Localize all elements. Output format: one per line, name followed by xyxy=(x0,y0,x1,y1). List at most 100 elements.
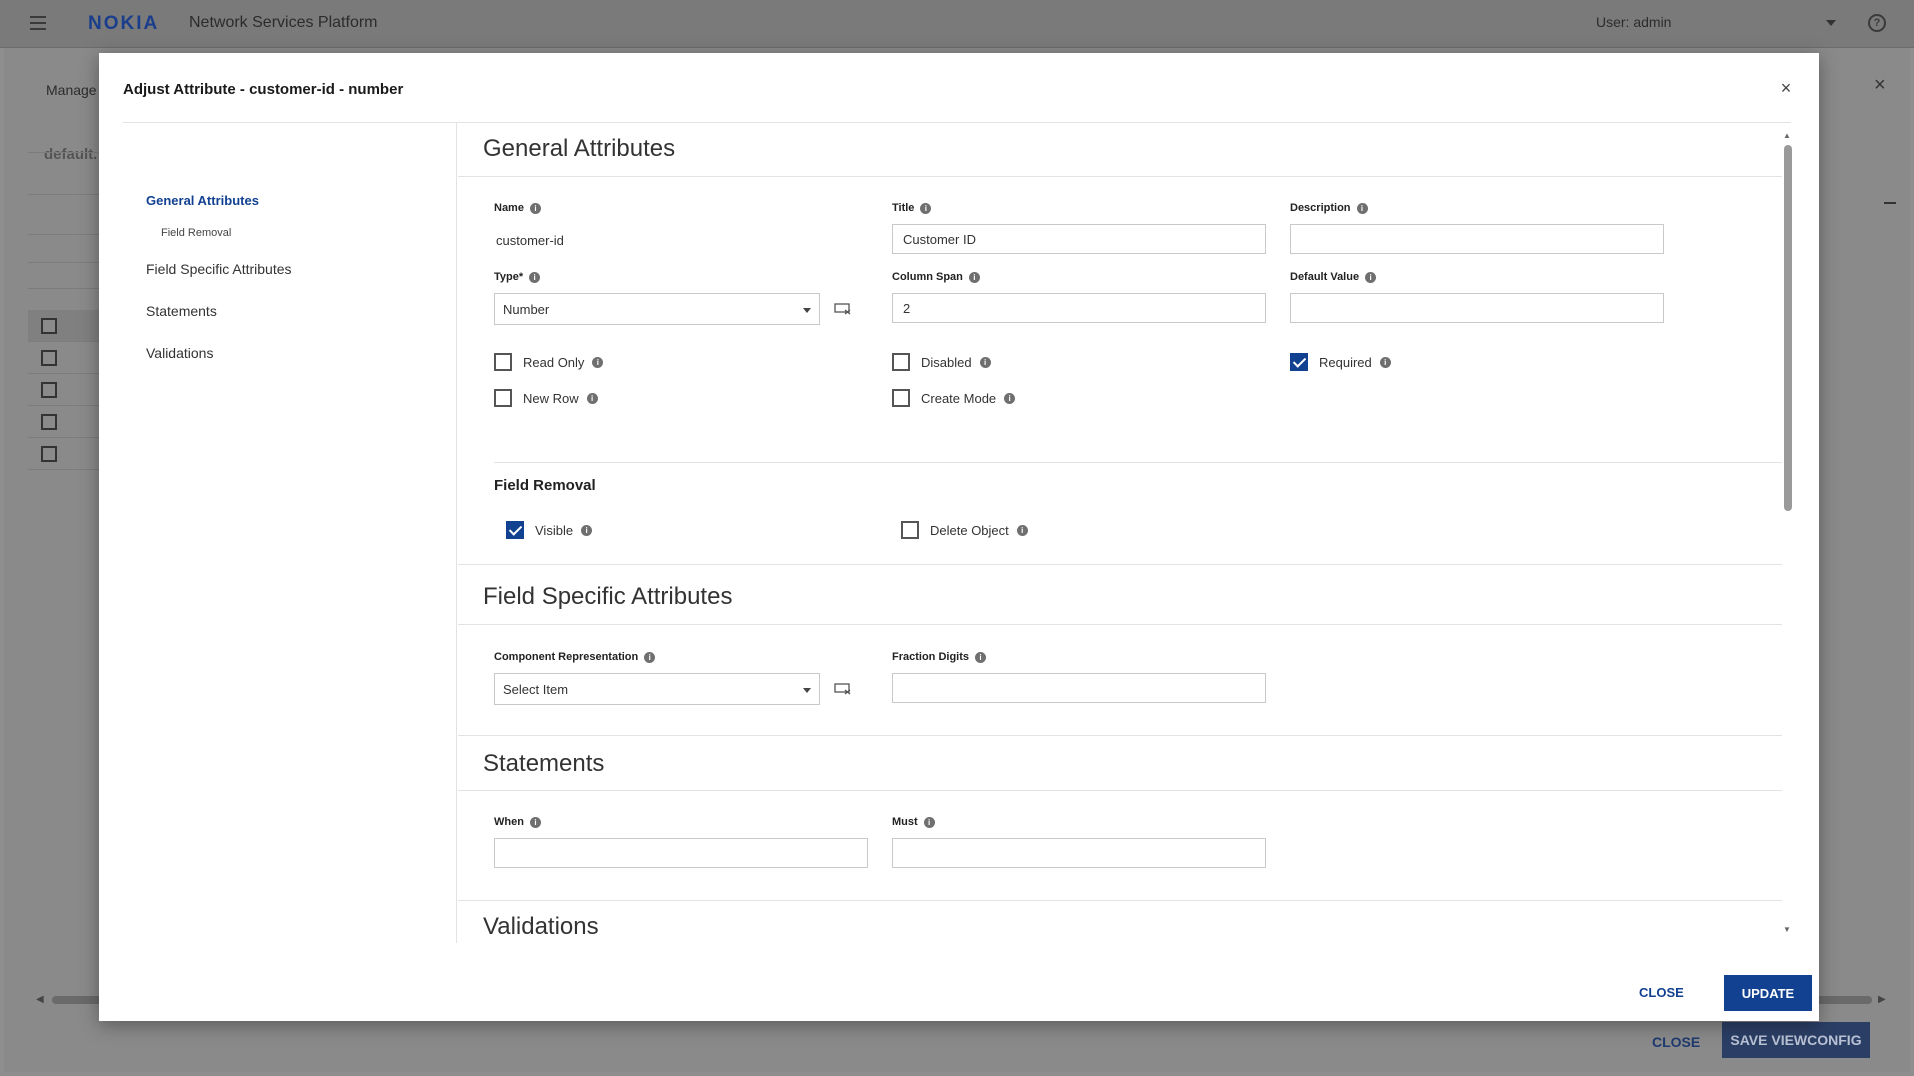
info-icon[interactable]: i xyxy=(644,651,656,663)
info-icon[interactable]: i xyxy=(1379,356,1391,368)
user-menu[interactable]: User: admin xyxy=(1596,14,1671,30)
checkbox[interactable] xyxy=(494,353,512,371)
attribute-form: General Attributes Name i customer-id Tit… xyxy=(458,123,1782,943)
nav-statements[interactable]: Statements xyxy=(146,303,217,319)
new-row-checkbox[interactable]: New Row i xyxy=(494,389,598,407)
info-icon[interactable]: i xyxy=(529,816,541,828)
visible-checkbox[interactable]: Visible i xyxy=(506,521,593,539)
general-attributes-heading: General Attributes xyxy=(483,135,676,162)
info-icon[interactable]: i xyxy=(529,202,541,214)
disabled-checkbox[interactable]: Disabled i xyxy=(892,353,991,371)
info-icon[interactable]: i xyxy=(979,356,991,368)
when-input[interactable] xyxy=(494,838,868,868)
row-checkbox[interactable] xyxy=(41,382,57,398)
type-label: Type* i xyxy=(494,271,541,283)
statements-heading: Statements xyxy=(483,750,605,777)
adjust-attribute-dialog: Adjust Attribute - customer-id - number … xyxy=(99,53,1819,1021)
collapse-icon[interactable] xyxy=(1884,202,1896,204)
default-value-label: Default Value i xyxy=(1290,271,1377,283)
default-tab[interactable]: default. xyxy=(44,146,97,163)
divider xyxy=(458,624,1782,625)
create-mode-checkbox[interactable]: Create Mode i xyxy=(892,389,1016,407)
close-icon[interactable]: × xyxy=(1874,74,1886,97)
row-checkbox[interactable] xyxy=(41,446,57,462)
must-input[interactable] xyxy=(892,838,1266,868)
divider xyxy=(494,462,1782,463)
table-row[interactable] xyxy=(28,310,108,342)
nokia-logo: NOKIA xyxy=(88,13,160,34)
read-only-checkbox[interactable]: Read Only i xyxy=(494,353,604,371)
close-button[interactable]: CLOSE xyxy=(1639,985,1684,1000)
scroll-left-icon[interactable]: ◀ xyxy=(36,994,44,1005)
info-icon[interactable]: i xyxy=(1016,524,1028,536)
row-checkbox[interactable] xyxy=(41,350,57,366)
background-close-button[interactable]: CLOSE xyxy=(1652,1034,1700,1050)
app-header: NOKIA Network Services Platform User: ad… xyxy=(0,0,1914,48)
description-input[interactable] xyxy=(1290,224,1664,254)
table-row[interactable] xyxy=(28,374,108,406)
save-viewconfig-button[interactable]: SAVE VIEWCONFIG xyxy=(1722,1022,1870,1058)
divider xyxy=(28,288,108,289)
info-icon[interactable]: i xyxy=(1365,271,1377,283)
chevron-down-icon[interactable] xyxy=(1826,20,1836,26)
divider xyxy=(28,194,108,195)
default-value-input[interactable] xyxy=(1290,293,1664,323)
row-checkbox[interactable] xyxy=(41,318,57,334)
table-row[interactable] xyxy=(28,406,108,438)
manage-label: Manage xyxy=(46,82,97,98)
info-icon[interactable]: i xyxy=(1356,202,1368,214)
title-input[interactable] xyxy=(892,224,1266,254)
checkbox[interactable] xyxy=(892,353,910,371)
name-value: customer-id xyxy=(496,233,564,248)
title-label: Title i xyxy=(892,202,932,214)
help-icon[interactable]: ? xyxy=(1868,14,1886,32)
chevron-down-icon xyxy=(803,688,811,693)
nav-general-attributes[interactable]: General Attributes xyxy=(146,193,259,208)
section-nav: General Attributes Field Removal Field S… xyxy=(123,123,457,943)
info-icon[interactable]: i xyxy=(529,271,541,283)
must-label: Must i xyxy=(892,816,935,828)
product-name: Network Services Platform xyxy=(189,14,378,31)
field-removal-heading: Field Removal xyxy=(494,477,596,494)
checkbox[interactable] xyxy=(892,389,910,407)
name-label: Name i xyxy=(494,202,541,214)
info-icon[interactable]: i xyxy=(1004,392,1016,404)
row-checkbox[interactable] xyxy=(41,414,57,430)
required-checkbox[interactable]: Required i xyxy=(1290,353,1391,371)
table-row[interactable] xyxy=(28,438,108,470)
delete-object-checkbox[interactable]: Delete Object i xyxy=(901,521,1028,539)
info-icon[interactable]: i xyxy=(920,202,932,214)
info-icon[interactable]: i xyxy=(586,392,598,404)
divider xyxy=(458,176,1782,177)
info-icon[interactable]: i xyxy=(975,651,987,663)
vertical-scrollbar[interactable] xyxy=(1784,145,1792,511)
scroll-right-icon[interactable]: ▶ xyxy=(1878,994,1886,1005)
checkbox[interactable] xyxy=(506,521,524,539)
scroll-up-icon[interactable]: ▲ xyxy=(1783,131,1791,140)
clear-selection-icon[interactable] xyxy=(834,303,852,315)
checkbox[interactable] xyxy=(494,389,512,407)
column-span-input[interactable] xyxy=(892,293,1266,323)
when-label: When i xyxy=(494,816,541,828)
clear-selection-icon[interactable] xyxy=(834,683,852,695)
table-row[interactable] xyxy=(28,342,108,374)
scroll-down-icon[interactable]: ▼ xyxy=(1783,925,1791,934)
nav-validations[interactable]: Validations xyxy=(146,345,213,361)
update-button[interactable]: UPDATE xyxy=(1724,975,1812,1011)
menu-icon[interactable] xyxy=(30,16,46,30)
type-selected-value: Number xyxy=(503,301,550,317)
close-icon[interactable]: × xyxy=(1775,77,1797,99)
component-representation-select[interactable]: Select Item xyxy=(494,673,820,705)
nav-field-specific-attributes[interactable]: Field Specific Attributes xyxy=(146,261,292,277)
column-span-label: Column Span i xyxy=(892,271,980,283)
info-icon[interactable]: i xyxy=(968,271,980,283)
checkbox[interactable] xyxy=(901,521,919,539)
info-icon[interactable]: i xyxy=(592,356,604,368)
fraction-digits-input[interactable] xyxy=(892,673,1266,703)
component-selected-value: Select Item xyxy=(503,681,569,697)
nav-field-removal[interactable]: Field Removal xyxy=(161,227,231,239)
type-select[interactable]: Number xyxy=(494,293,820,325)
info-icon[interactable]: i xyxy=(581,524,593,536)
info-icon[interactable]: i xyxy=(923,816,935,828)
checkbox[interactable] xyxy=(1290,353,1308,371)
